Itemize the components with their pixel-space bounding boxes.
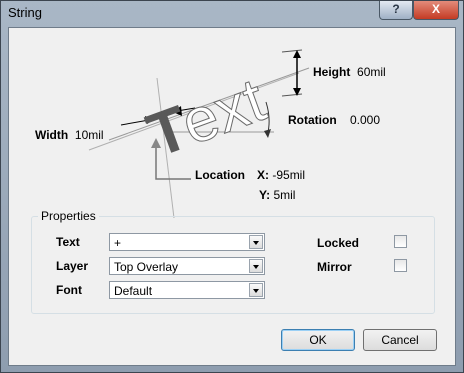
properties-group-title: Properties bbox=[38, 209, 99, 223]
height-value: 60mil bbox=[357, 65, 386, 79]
ok-button[interactable]: OK bbox=[281, 329, 355, 351]
location-y-value: 5mil bbox=[273, 188, 296, 202]
text-combo[interactable]: + bbox=[109, 233, 265, 251]
title-bar[interactable]: String ? X bbox=[1, 1, 463, 27]
font-combo-dropdown-icon[interactable] bbox=[249, 283, 263, 297]
height-label: Height 60mil bbox=[313, 65, 386, 79]
rotation-label: Rotation 0.000 bbox=[288, 113, 381, 127]
dialog-window: String ? X T ext Height 60mil Rotation 0… bbox=[0, 0, 464, 373]
width-value: 10mil bbox=[74, 128, 104, 142]
rotation-value: 0.000 bbox=[350, 113, 381, 127]
text-combo-dropdown-icon[interactable] bbox=[249, 235, 263, 249]
close-button[interactable]: X bbox=[413, 1, 459, 20]
layer-combo[interactable]: Top Overlay bbox=[109, 257, 265, 275]
location-x-value: -95mil bbox=[272, 168, 306, 182]
close-icon: X bbox=[431, 2, 440, 16]
properties-group: Properties Text + Layer Top Overlay Font… bbox=[31, 209, 435, 314]
window-title: String bbox=[8, 5, 42, 20]
font-combo[interactable]: Default bbox=[109, 281, 265, 299]
location-x: X: -95mil bbox=[257, 168, 306, 182]
font-combo-value: Default bbox=[114, 284, 153, 298]
font-label: Font bbox=[56, 283, 82, 297]
text-combo-value: + bbox=[114, 236, 122, 250]
mirror-checkbox[interactable] bbox=[394, 259, 407, 272]
layer-label: Layer bbox=[56, 259, 89, 273]
text-label: Text bbox=[56, 235, 80, 249]
cancel-button[interactable]: Cancel bbox=[363, 329, 437, 351]
layer-combo-dropdown-icon[interactable] bbox=[249, 259, 263, 273]
layer-combo-value: Top Overlay bbox=[114, 260, 179, 274]
locked-checkbox[interactable] bbox=[394, 235, 407, 248]
string-diagram: T ext bbox=[88, 49, 310, 218]
help-button[interactable]: ? bbox=[379, 1, 413, 20]
dialog-client-area: T ext Height 60mil Rotation 0.000 Width … bbox=[8, 27, 456, 366]
location-label: Location bbox=[195, 168, 245, 182]
locked-label: Locked bbox=[317, 236, 360, 250]
mirror-label: Mirror bbox=[317, 260, 352, 274]
width-label: Width 10mil bbox=[35, 128, 104, 142]
location-y: Y: 5mil bbox=[259, 188, 296, 202]
